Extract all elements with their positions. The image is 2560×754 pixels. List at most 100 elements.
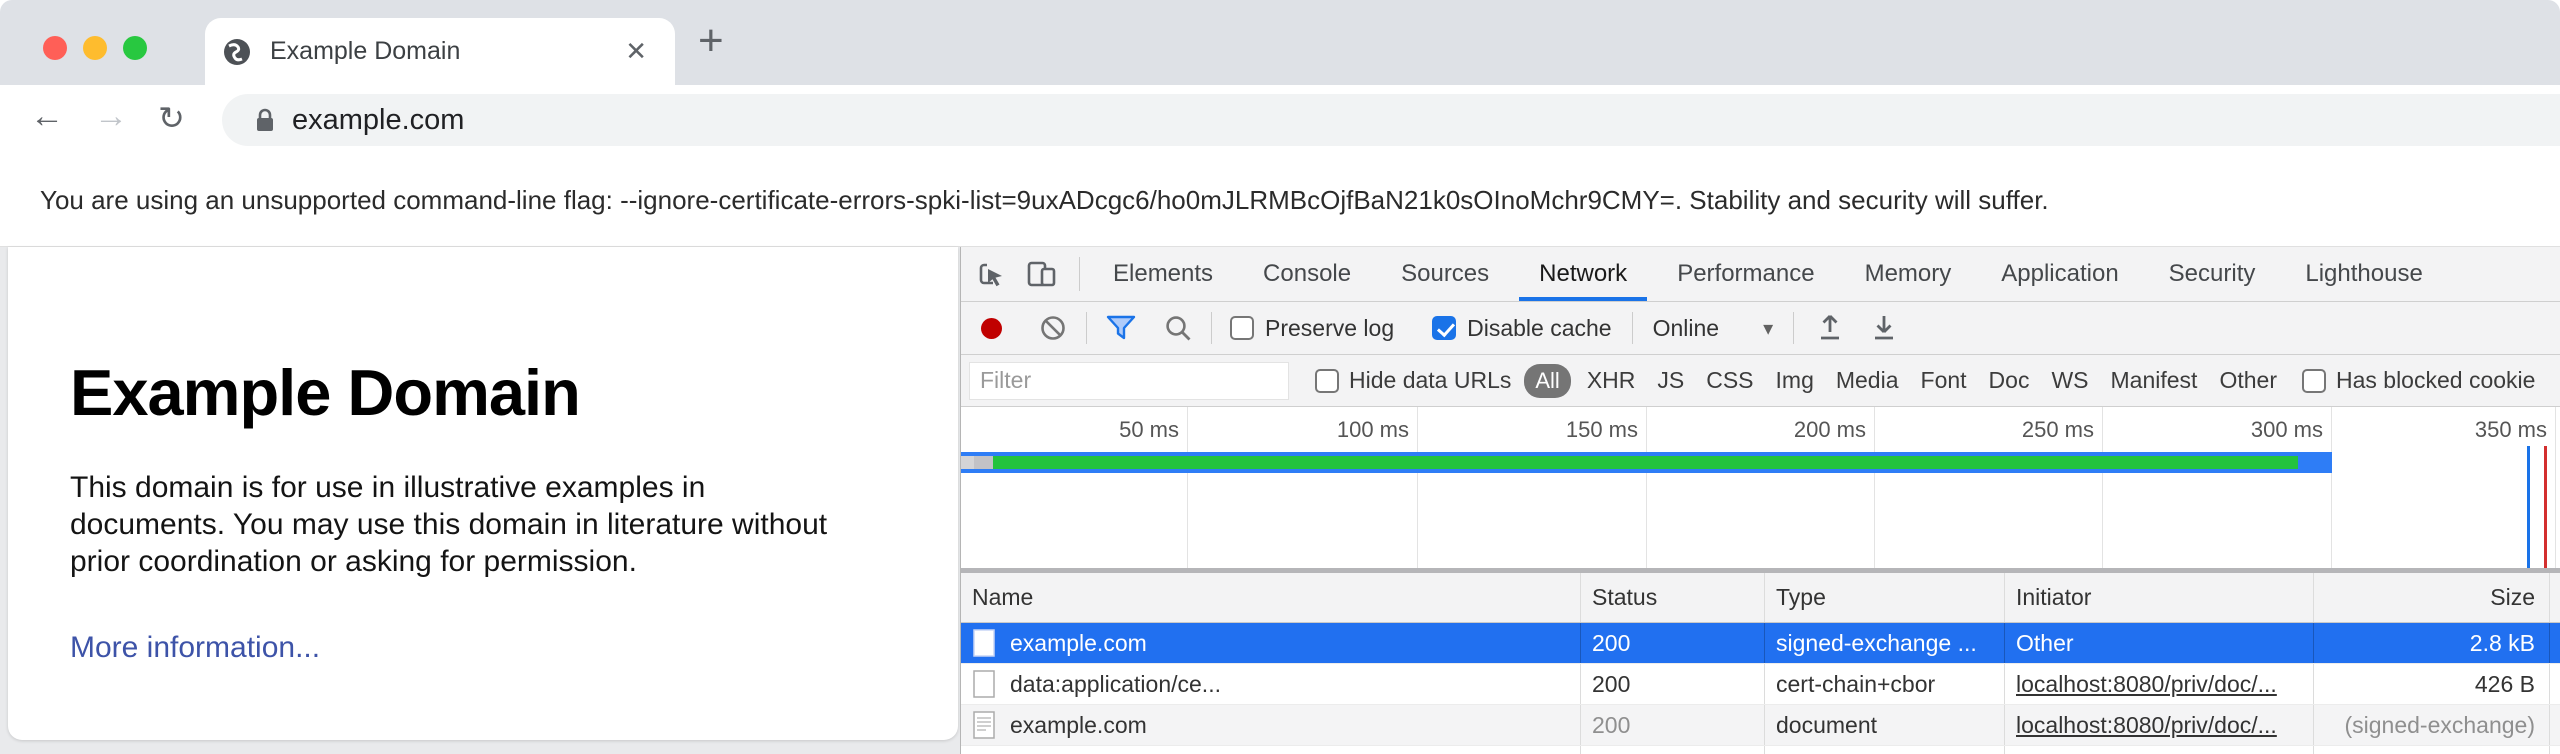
gridline — [2555, 407, 2556, 568]
network-filter-row: Hide data URLs All XHR JS CSS Img Media … — [961, 355, 2560, 407]
filter-input[interactable] — [969, 362, 1289, 400]
waterfall-download-segment — [993, 456, 2298, 469]
column-header-size[interactable]: Size — [2313, 573, 2549, 622]
reload-icon[interactable]: ↻ — [158, 99, 185, 137]
initiator-link[interactable]: localhost:8080/priv/doc/... — [2016, 671, 2277, 698]
gridline — [1417, 407, 1418, 568]
load-event-marker — [2544, 446, 2547, 568]
filter-type-ws[interactable]: WS — [2051, 367, 2088, 394]
filter-funnel-icon[interactable] — [1105, 313, 1137, 343]
browser-window: Example Domain ✕ + ← → ↻ example.com You… — [0, 0, 2560, 754]
tab-elements[interactable]: Elements — [1088, 247, 1238, 301]
tab-performance[interactable]: Performance — [1652, 247, 1839, 301]
request-size: 2.8 kB — [2313, 623, 2549, 663]
search-icon[interactable] — [1163, 313, 1193, 343]
request-name: data:application/ce... — [1010, 671, 1221, 698]
traffic-light-zoom-icon[interactable] — [123, 36, 147, 60]
filter-type-xhr[interactable]: XHR — [1587, 367, 1636, 394]
globe-favicon-icon — [222, 37, 252, 67]
inspect-element-icon[interactable] — [975, 258, 1007, 290]
tab-network[interactable]: Network — [1514, 247, 1652, 301]
gridline — [2102, 407, 2103, 568]
page-paragraph: This domain is for use in illustrative e… — [70, 469, 850, 580]
table-row[interactable]: example.com 200 document localhost:8080/… — [961, 705, 2560, 746]
more-information-link[interactable]: More information... — [70, 631, 320, 665]
preserve-log-checkbox[interactable] — [1230, 316, 1254, 340]
has-blocked-cookies-label: Has blocked cookie — [2336, 367, 2535, 394]
disable-cache-checkbox[interactable] — [1432, 316, 1456, 340]
device-toolbar-icon[interactable] — [1025, 258, 1059, 290]
tab-application[interactable]: Application — [1976, 247, 2143, 301]
request-type: signed-exchange ... — [1764, 623, 2004, 663]
filter-type-doc[interactable]: Doc — [1989, 367, 2030, 394]
gridline — [2331, 407, 2332, 568]
filter-type-js[interactable]: JS — [1657, 367, 1684, 394]
timeline-tick: 350 ms — [2409, 417, 2547, 443]
record-network-log-button[interactable] — [981, 318, 1002, 339]
tab-sources[interactable]: Sources — [1376, 247, 1514, 301]
divider — [1079, 257, 1080, 291]
table-row[interactable]: example.com 200 signed-exchange ... Othe… — [961, 623, 2560, 664]
chevron-down-icon[interactable]: ▾ — [1763, 316, 1773, 341]
lock-icon[interactable] — [254, 106, 276, 134]
has-blocked-cookies-checkbox[interactable] — [2302, 369, 2326, 393]
hide-data-urls-checkbox[interactable] — [1315, 369, 1339, 393]
request-size: 426 B — [2313, 664, 2549, 704]
preserve-log-label: Preserve log — [1265, 315, 1394, 342]
address-bar: ← → ↻ example.com — [0, 85, 2560, 155]
tab-memory[interactable]: Memory — [1840, 247, 1977, 301]
table-row[interactable]: data:application/ce... 200 cert-chain+cb… — [961, 664, 2560, 705]
throttling-select[interactable]: Online — [1653, 315, 1719, 342]
filter-type-media[interactable]: Media — [1836, 367, 1899, 394]
document-text-icon — [972, 710, 996, 740]
column-header-status[interactable]: Status — [1580, 573, 1764, 622]
waterfall-queueing-segment — [961, 456, 974, 469]
disable-cache-label: Disable cache — [1467, 315, 1611, 342]
network-toolbar: Preserve log Disable cache Online ▾ — [961, 302, 2560, 355]
export-har-icon[interactable] — [1814, 312, 1846, 344]
divider — [1793, 312, 1794, 344]
request-status: 200 — [1580, 623, 1764, 663]
devtools-tabbar: Elements Console Sources Network Perform… — [961, 247, 2560, 302]
timeline-tick: 250 ms — [1956, 417, 2094, 443]
omnibox[interactable]: example.com — [222, 94, 2560, 146]
divider — [1086, 312, 1087, 344]
domcontentloaded-marker — [2527, 446, 2530, 568]
waterfall-overview-bar — [961, 452, 2332, 473]
request-type: cert-chain+cbor — [1764, 664, 2004, 704]
waterfall-stalled-segment — [974, 456, 993, 469]
back-icon[interactable]: ← — [30, 97, 64, 136]
devtools-tool-icons — [961, 247, 1071, 301]
filter-type-img[interactable]: Img — [1776, 367, 1814, 394]
tab-console[interactable]: Console — [1238, 247, 1376, 301]
devtools-panel: Elements Console Sources Network Perform… — [960, 247, 2560, 754]
clear-network-log-icon[interactable] — [1038, 313, 1068, 343]
flag-warning-text: You are using an unsupported command-lin… — [40, 185, 2049, 216]
divider — [1211, 312, 1212, 344]
column-header-initiator[interactable]: Initiator — [2004, 573, 2313, 622]
traffic-light-minimize-icon[interactable] — [83, 36, 107, 60]
forward-icon[interactable]: → — [94, 97, 128, 136]
column-header-name[interactable]: Name — [961, 573, 1580, 622]
filter-type-all[interactable]: All — [1524, 364, 1570, 398]
column-header-time-partial[interactable] — [2549, 573, 2560, 622]
requests-table: Name Status Type Initiator Size example.… — [961, 573, 2560, 754]
tab-close-icon[interactable]: ✕ — [625, 36, 647, 67]
request-type: document — [1764, 705, 2004, 745]
new-tab-button[interactable]: + — [698, 16, 724, 66]
browser-tab[interactable]: Example Domain ✕ — [205, 18, 675, 85]
network-overview-timeline[interactable]: 50 ms 100 ms 150 ms 200 ms 250 ms 300 ms… — [961, 407, 2560, 568]
page-title: Example Domain — [70, 355, 580, 430]
tab-security[interactable]: Security — [2144, 247, 2281, 301]
traffic-light-close-icon[interactable] — [43, 36, 67, 60]
initiator-link[interactable]: localhost:8080/priv/doc/... — [2016, 712, 2277, 739]
filter-type-manifest[interactable]: Manifest — [2111, 367, 2198, 394]
timeline-tick: 200 ms — [1728, 417, 1866, 443]
filter-type-font[interactable]: Font — [1921, 367, 1967, 394]
filter-type-other[interactable]: Other — [2219, 367, 2277, 394]
tab-lighthouse[interactable]: Lighthouse — [2280, 247, 2447, 301]
filter-type-css[interactable]: CSS — [1706, 367, 1753, 394]
column-header-type[interactable]: Type — [1764, 573, 2004, 622]
import-har-icon[interactable] — [1868, 312, 1900, 344]
requests-table-header: Name Status Type Initiator Size — [961, 573, 2560, 623]
